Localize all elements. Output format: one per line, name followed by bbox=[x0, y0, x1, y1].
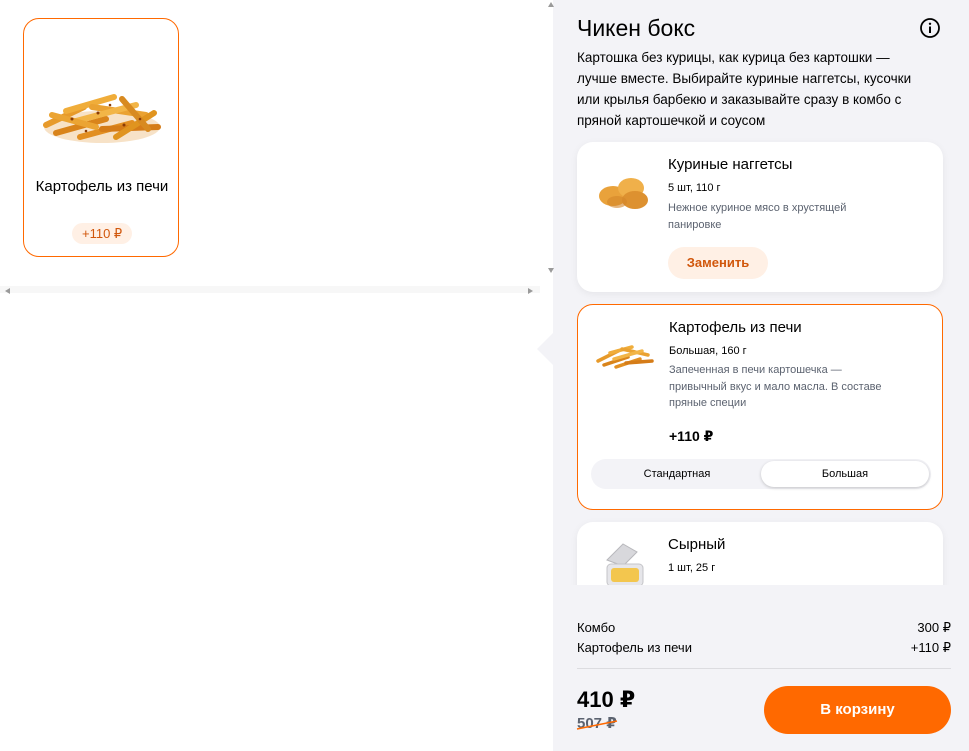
size-option-standard[interactable]: Стандартная bbox=[593, 461, 761, 487]
scroll-left-arrow-icon[interactable] bbox=[5, 288, 10, 294]
item-weight: Большая, 160 г bbox=[669, 345, 747, 357]
summary-row-potatoes: Картофель из печи +110 ₽ bbox=[577, 639, 951, 657]
add-to-cart-button[interactable]: В корзину bbox=[764, 686, 951, 734]
nuggets-image bbox=[599, 178, 648, 209]
scrollbar-track[interactable] bbox=[0, 286, 540, 293]
summary-row-combo: Комбо 300 ₽ bbox=[577, 619, 951, 637]
size-selector: Стандартная Большая bbox=[591, 459, 931, 489]
panel-pointer bbox=[537, 333, 553, 365]
cheese-sauce-image bbox=[606, 543, 644, 587]
info-icon[interactable] bbox=[919, 17, 941, 39]
replace-button[interactable]: Заменить bbox=[668, 247, 768, 279]
scroll-right-arrow-icon[interactable] bbox=[528, 288, 533, 294]
strikethrough-mark bbox=[576, 720, 618, 730]
combo-slot-baked-potatoes[interactable]: Картофель из печи Большая, 160 г Запечен… bbox=[577, 304, 943, 510]
item-description: Нежное куриное мясо в хрустящей панировк… bbox=[668, 202, 847, 231]
total-price: 410 ₽ bbox=[577, 687, 636, 712]
combo-slot-nuggets[interactable]: Куриные наггетсы 5 шт, 110 г Нежное кури… bbox=[577, 142, 943, 292]
item-name: Картофель из печи bbox=[669, 319, 802, 336]
item-price: +110 ₽ bbox=[669, 428, 714, 444]
summary-value: +110 ₽ bbox=[910, 640, 951, 655]
panel-title: Чикен бокс bbox=[577, 15, 696, 41]
fries-image bbox=[596, 345, 654, 369]
option-card-baked-potatoes[interactable]: Картофель из печи +110 ₽ bbox=[23, 18, 179, 257]
order-summary: Комбо 300 ₽ Картофель из печи +110 ₽ 410… bbox=[553, 585, 969, 751]
size-option-large[interactable]: Большая bbox=[761, 461, 929, 487]
item-weight: 1 шт, 25 г bbox=[668, 562, 716, 574]
scroll-up-arrow-icon[interactable] bbox=[548, 2, 554, 7]
item-name: Куриные наггетсы bbox=[668, 156, 793, 173]
scroll-down-arrow-icon[interactable] bbox=[548, 268, 554, 273]
option-price-badge: +110 ₽ bbox=[72, 223, 133, 244]
option-name: Картофель из печи bbox=[35, 178, 169, 195]
summary-label: Комбо bbox=[577, 620, 616, 635]
summary-value: 300 ₽ bbox=[917, 620, 951, 635]
item-name: Сырный bbox=[668, 536, 726, 553]
item-weight: 5 шт, 110 г bbox=[668, 182, 721, 194]
summary-divider bbox=[577, 668, 951, 669]
item-description: Запеченная в печи картошечка — привычный… bbox=[669, 364, 882, 409]
product-options-area: Картофель из печи +110 ₽ bbox=[0, 0, 553, 751]
fries-image bbox=[43, 94, 161, 143]
summary-label: Картофель из печи bbox=[577, 640, 692, 655]
panel-description: Картошка без курицы, как курица без карт… bbox=[577, 50, 912, 128]
